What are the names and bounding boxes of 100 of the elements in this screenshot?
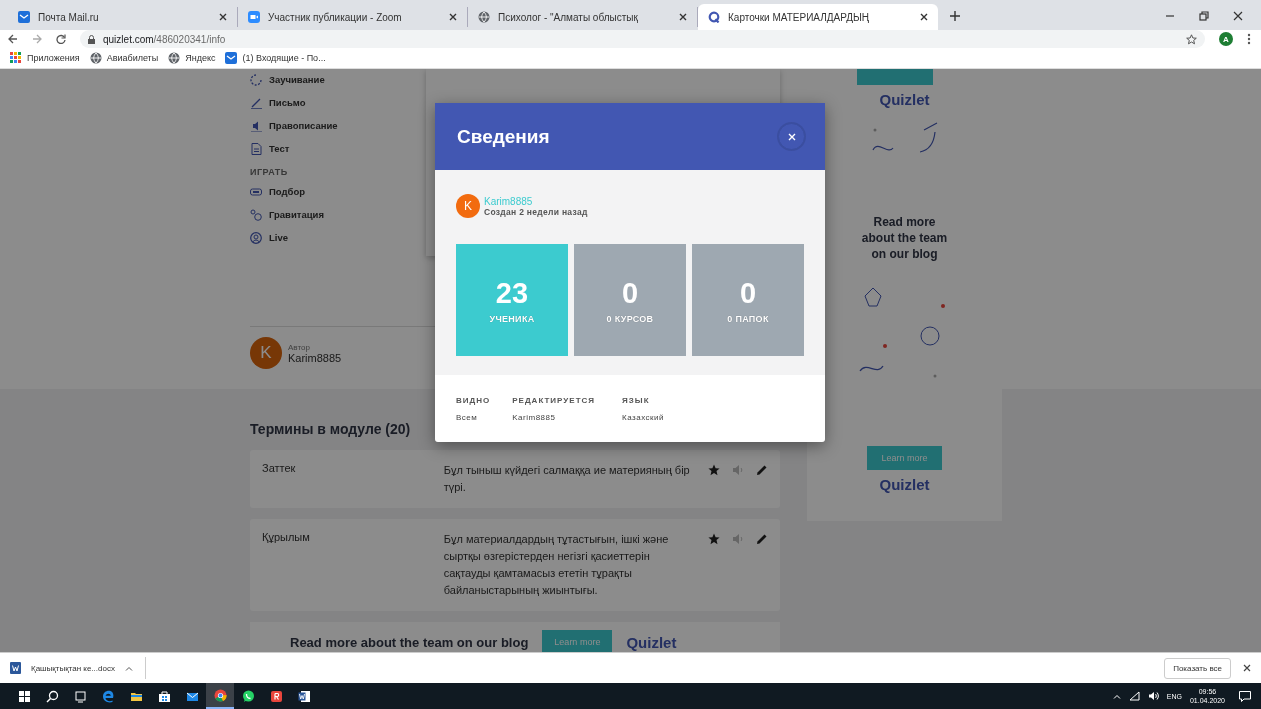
globe-icon <box>478 11 490 23</box>
study-mode-link[interactable]: Тест <box>250 140 406 157</box>
close-icon[interactable] <box>1243 664 1251 672</box>
back-arrow-icon[interactable] <box>8 34 18 44</box>
profile-avatar[interactable]: A <box>1219 32 1233 46</box>
notification-icon[interactable] <box>1239 690 1251 702</box>
browser-tab[interactable]: Почта Mail.ru <box>8 7 238 27</box>
logo-text: Quizlet <box>879 91 930 108</box>
avatar: K <box>456 194 480 218</box>
definition-text: Бұл тыныш күйдегі салмаққа ие материяның бір түрі. <box>443 463 690 495</box>
browser-tab[interactable]: Участник публикации - Zoom <box>238 7 468 27</box>
stat-label: УЧЕНИКА <box>489 313 535 324</box>
browser-icon[interactable] <box>213 688 227 702</box>
avatar: K <box>250 337 282 369</box>
bookmark-item[interactable]: Яндекс <box>168 52 216 64</box>
shopping-bag-icon[interactable] <box>157 689 171 703</box>
author-name[interactable]: Karim8885 <box>288 351 342 364</box>
video-camera-icon <box>248 11 260 23</box>
author-caption: Автор <box>288 342 311 352</box>
detail-label: ЯЗЫК <box>622 396 651 405</box>
search-icon[interactable] <box>45 689 59 703</box>
detail-value: Karim8885 <box>512 413 557 422</box>
tab-title: Участник публикации - Zoom <box>268 11 403 23</box>
detail-label: РЕДАКТИРУЕТСЯ <box>512 396 596 405</box>
bookmark-item[interactable]: Авиабилеты <box>89 52 159 64</box>
study-mode-link[interactable]: Письмо <box>250 94 406 111</box>
study-mode-link[interactable]: Live <box>250 229 406 246</box>
section-heading: ИГРАТЬ <box>250 167 289 177</box>
plus-icon[interactable] <box>950 11 960 21</box>
globe-icon <box>168 52 181 64</box>
study-mode-link[interactable]: Гравитация <box>250 206 406 223</box>
study-mode-link[interactable]: Заучивание <box>250 71 406 88</box>
chevron-up-icon[interactable] <box>1112 693 1121 699</box>
tab-title: Психолог - "Алматы облыстық <box>498 11 639 23</box>
orbit-icon <box>250 208 262 221</box>
star-outline-icon[interactable] <box>1186 33 1197 45</box>
stat-label: 0 ПАПОК <box>727 313 769 324</box>
logo-text: Quizlet <box>879 476 930 493</box>
close-icon <box>787 132 796 141</box>
task-view-icon[interactable] <box>73 689 87 703</box>
close-icon[interactable] <box>1233 11 1243 21</box>
loop-icon <box>250 73 262 86</box>
url-text: quizlet.com/486020341/info <box>103 33 226 45</box>
browser-tab[interactable]: Карточки МАТЕРИАЛДАРДЫҢ <box>698 4 938 30</box>
cards-icon <box>250 185 262 198</box>
person-circle-icon <box>250 231 262 244</box>
show-all-button[interactable]: Показать все <box>1164 657 1231 679</box>
bookmark-item[interactable]: Приложения <box>10 52 80 64</box>
chat-icon[interactable] <box>241 689 255 703</box>
pencil-icon[interactable] <box>756 533 768 545</box>
term-text: Құрылым <box>262 531 311 545</box>
doodle-drawing <box>871 122 938 154</box>
lock-icon <box>88 34 95 44</box>
pencil-icon[interactable] <box>756 464 768 476</box>
chevron-up-icon <box>124 665 133 671</box>
network-icon[interactable] <box>1128 691 1140 701</box>
download-item[interactable]: Қашықтықтан ке...docx <box>10 657 146 679</box>
ad-text: Read more about the team on our blog <box>860 214 949 262</box>
tab-title: Карточки МАТЕРИАЛДАРДЫҢ <box>728 11 871 23</box>
document-icon <box>250 142 262 155</box>
close-icon[interactable] <box>679 13 687 21</box>
star-icon[interactable] <box>708 533 720 545</box>
stat-value: 23 <box>495 276 529 310</box>
study-mode-link[interactable]: Правописание <box>250 117 406 134</box>
restore-icon[interactable] <box>1199 11 1209 21</box>
stat-value: 0 <box>621 276 639 310</box>
stat-value: 0 <box>739 276 757 310</box>
word-document-icon[interactable] <box>297 689 311 703</box>
speaker-icon[interactable] <box>1147 691 1159 701</box>
app-icon[interactable] <box>269 689 283 703</box>
study-mode-link[interactable]: Подбор <box>250 183 406 200</box>
document-icon <box>10 662 21 674</box>
browser-icon[interactable] <box>101 689 115 703</box>
detail-label: ВИДНО <box>456 396 491 405</box>
speaker-icon <box>250 119 262 132</box>
detail-value: Всем <box>456 413 479 422</box>
bookmark-item[interactable]: (1) Входящие - По... <box>225 52 326 64</box>
tab-title: Почта Mail.ru <box>38 11 100 23</box>
detail-value: Казахский <box>622 413 665 422</box>
created-text: Создан 2 недели назад <box>484 206 588 217</box>
address-bar[interactable]: quizlet.com/486020341/info <box>80 30 1205 48</box>
star-icon[interactable] <box>708 464 720 476</box>
terms-heading: Термины в модуле (20) <box>250 421 412 437</box>
close-icon[interactable] <box>920 13 928 21</box>
globe-icon <box>89 52 102 64</box>
start-grid-icon[interactable] <box>17 689 31 703</box>
dialog-title: Сведения <box>457 125 550 148</box>
ad-text: Read more about the team on our blog <box>290 634 529 650</box>
apps-grid-icon <box>10 52 22 64</box>
close-icon[interactable] <box>449 13 457 21</box>
more-menu-icon[interactable] <box>1247 33 1251 45</box>
logo-text: Quizlet <box>626 633 677 651</box>
reload-icon[interactable] <box>56 34 66 44</box>
definition-text: Бұл материалдардың тұтастығын, ішкі және сыртқы өзгерістерден негізгі қасиеттерін сақтауды қамтамасыз ететін тұрақты байланыстарының жиынтығы. <box>443 532 670 598</box>
term-text: Заттек <box>262 462 297 476</box>
close-icon[interactable] <box>219 13 227 21</box>
close-button[interactable] <box>778 123 805 150</box>
pen-icon <box>250 96 262 109</box>
mail-icon <box>18 11 30 23</box>
mail-icon <box>225 52 238 64</box>
